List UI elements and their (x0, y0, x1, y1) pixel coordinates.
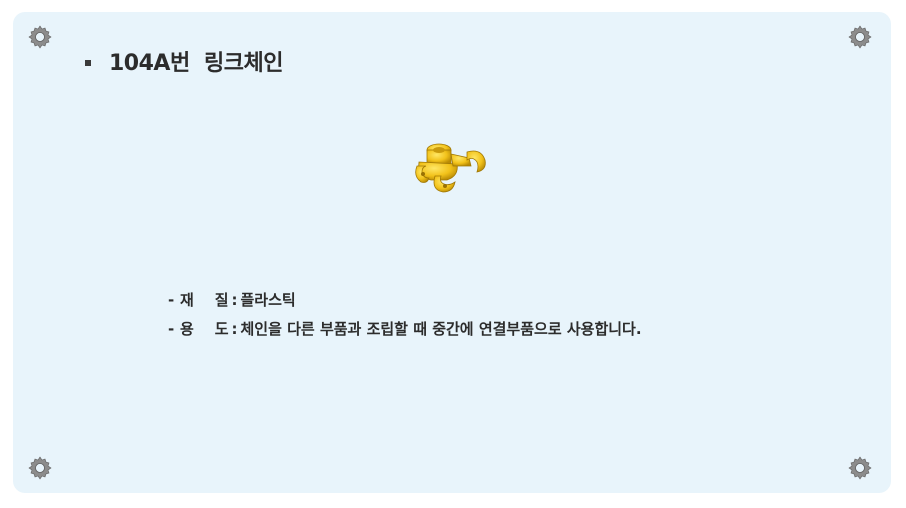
spec-value-usage: 체인을 다른 부품과 조립할 때 중간에 연결부품으로 사용합니다. (240, 320, 642, 338)
spec-separator: : (231, 320, 238, 338)
spec-list: - 재 질 : 플라스틱 - 용 도 : 체인을 다른 부품과 조립할 때 중간… (168, 289, 642, 347)
gear-icon (28, 25, 52, 49)
page-title: 104A번 링크체인 (109, 51, 283, 76)
link-chain-part-image (415, 143, 486, 193)
slide: 104A번 링크체인 - 재 질 : 플라스틱 - 용 도: 체인을 다른 부… (13, 12, 891, 493)
spec-separator: : (231, 291, 238, 309)
spec-row-usage: - 용 도 : 체인을 다른 부품과 조립할 때 중간에 연결부품으로 사용합니… (168, 318, 642, 347)
spec-value-material: 플라스틱 (240, 291, 296, 309)
spec-dash: - (168, 291, 175, 309)
gear-icon (848, 456, 872, 480)
gear-icon (848, 25, 872, 49)
spec-row-material: - 재 질 : 플라스틱 (168, 289, 642, 318)
slide-title-row: 104A번 링크체인 (85, 45, 283, 77)
gear-icon (28, 456, 52, 480)
spec-dash: - (168, 320, 175, 338)
spec-key-material: 재 질 (180, 291, 229, 309)
spec-key-usage: 용 도 (180, 320, 229, 338)
square-bullet-icon (85, 60, 91, 66)
